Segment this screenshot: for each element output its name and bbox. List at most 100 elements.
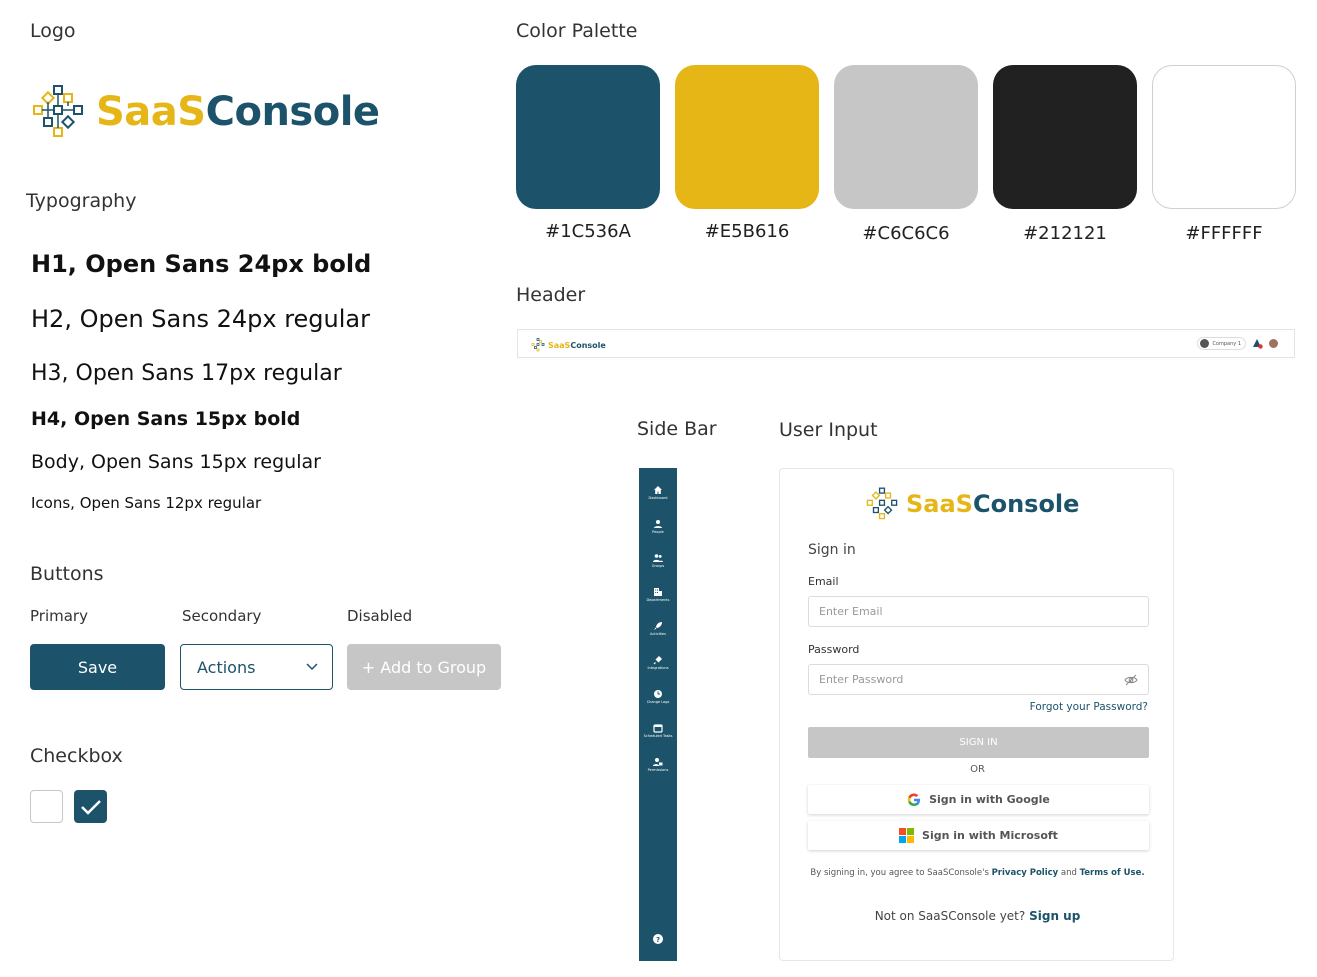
sidebar-item-change-logs[interactable]: Change Logs — [639, 689, 677, 705]
sign-in-button[interactable]: SIGN IN — [808, 727, 1149, 758]
microsoft-signin-button[interactable]: Sign in with Microsoft — [808, 821, 1149, 850]
section-label-header: Header — [516, 284, 586, 306]
typography-icons-sample: Icons, Open Sans 12px regular — [31, 494, 262, 512]
header-logo[interactable]: SaaSConsole — [531, 338, 606, 352]
company-selector[interactable]: Company 1 — [1197, 337, 1246, 350]
password-label: Password — [808, 643, 860, 656]
logo-word-saas: SaaS — [548, 340, 571, 350]
typography-body-sample: Body, Open Sans 15px regular — [31, 451, 321, 473]
google-icon — [907, 793, 921, 806]
typography-h4-sample: H4, Open Sans 15px bold — [31, 408, 301, 430]
logo-word-saas: SaaS — [96, 89, 206, 135]
palette-swatch — [1152, 65, 1296, 209]
building-icon — [654, 588, 662, 596]
palette-swatch — [834, 65, 978, 209]
section-label-palette: Color Palette — [516, 20, 638, 42]
signup-prefix: Not on SaaSConsole yet? — [874, 909, 1026, 923]
sidebar-item-label: Change Logs — [646, 700, 670, 704]
typography-h1-sample: H1, Open Sans 24px bold — [31, 250, 372, 278]
saasconsole-logo: SaaSConsole — [30, 84, 380, 140]
company-name: Company 1 — [1212, 340, 1241, 347]
help-icon: ? — [653, 934, 663, 944]
header-logo-wordmark: SaaSConsole — [548, 341, 606, 350]
typography-h2-sample: H2, Open Sans 24px regular — [31, 305, 370, 333]
signin-title: Sign in — [808, 542, 856, 558]
checkbox-checked[interactable] — [74, 790, 107, 823]
sign-up-link[interactable]: Sign up — [1029, 909, 1080, 923]
microsoft-icon — [899, 828, 915, 843]
palette-hex-label: #E5B616 — [704, 221, 790, 242]
sidebar-item-label: Permissions — [647, 768, 669, 772]
email-label: Email — [808, 575, 839, 588]
signin-logo: SaaSConsole — [865, 487, 1079, 521]
disabled-caption: Disabled — [347, 607, 413, 625]
sidebar-item-label: Integrations — [647, 666, 669, 670]
notification-icon[interactable] — [1252, 338, 1263, 349]
sidebar-item-people[interactable]: People — [639, 519, 677, 535]
google-signin-label: Sign in with Google — [929, 793, 1050, 806]
section-label-user-input: User Input — [779, 419, 878, 441]
terms-of-use-link[interactable]: Terms of Use. — [1080, 868, 1145, 878]
user-avatar[interactable] — [1269, 339, 1278, 348]
group-icon — [653, 554, 663, 562]
google-signin-button[interactable]: Sign in with Google — [808, 785, 1149, 814]
sidebar-item-label: Scheduled Tasks — [643, 734, 673, 738]
logo-word-console: Console — [570, 340, 606, 350]
secondary-caption: Secondary — [182, 607, 262, 625]
sidebar-item-permissions[interactable]: Permissions — [639, 757, 677, 773]
actions-dropdown-button[interactable]: Actions — [180, 644, 333, 690]
palette-hex-label: #C6C6C6 — [862, 223, 950, 244]
add-to-group-button: + Add to Group — [347, 644, 501, 690]
sidebar-item-label: People — [652, 530, 664, 534]
sidebar-item-scheduled-tasks[interactable]: Scheduled Tasks — [639, 723, 677, 739]
chevron-down-icon — [306, 663, 318, 671]
or-divider: OR — [970, 764, 985, 775]
header-preview: SaaSConsole Company 1 — [517, 329, 1295, 358]
palette-hex-label: #212121 — [1023, 223, 1107, 244]
logo-mark-icon — [531, 338, 545, 352]
terms-and: and — [1060, 868, 1077, 878]
password-placeholder: Enter Password — [819, 673, 904, 686]
palette-hex-label: #FFFFFF — [1185, 223, 1263, 244]
terms-prefix: By signing in, you agree to SaaSConsole'… — [810, 868, 989, 878]
palette-hex-label: #1C536A — [545, 221, 631, 242]
checkmark-icon — [80, 799, 101, 815]
section-label-typography: Typography — [26, 190, 137, 212]
eye-off-icon[interactable] — [1124, 674, 1138, 686]
logo-word-console: Console — [205, 89, 380, 135]
logo-wordmark: SaaSConsole — [96, 89, 380, 135]
sidebar-item-label: Dashboard — [648, 496, 668, 500]
sidebar-item-groups[interactable]: Groups — [639, 553, 677, 569]
section-label-logo: Logo — [30, 20, 76, 42]
sidebar-item-label: Departments — [646, 598, 670, 602]
home-icon — [654, 486, 662, 494]
signin-logo-wordmark: SaaSConsole — [906, 490, 1079, 518]
logo-mark-icon — [866, 487, 898, 520]
primary-caption: Primary — [30, 607, 88, 625]
privacy-policy-link[interactable]: Privacy Policy — [992, 868, 1059, 878]
password-field[interactable]: Enter Password — [808, 664, 1149, 695]
sidebar-item-activities[interactable]: Activities — [639, 621, 677, 637]
plug-icon — [653, 656, 662, 665]
signin-card: SaaSConsole Sign in Email Enter Email Pa… — [779, 468, 1174, 961]
actions-label: Actions — [197, 657, 256, 677]
svg-text:?: ? — [656, 936, 660, 944]
sidebar-item-dashboard[interactable]: Dashboard — [639, 485, 677, 501]
sidebar-item-integrations[interactable]: Integrations — [639, 655, 677, 671]
email-field[interactable]: Enter Email — [808, 596, 1149, 627]
sidebar-help[interactable]: ? — [639, 934, 677, 944]
logo-word-console: Console — [972, 490, 1080, 518]
section-label-sidebar: Side Bar — [637, 418, 717, 440]
checkbox-unchecked[interactable] — [30, 790, 63, 823]
user-lock-icon — [653, 758, 663, 766]
sidebar-item-departments[interactable]: Departments — [639, 587, 677, 603]
clock-icon — [654, 690, 662, 698]
forgot-password-link[interactable]: Forgot your Password? — [1030, 701, 1148, 713]
microsoft-signin-label: Sign in with Microsoft — [922, 829, 1058, 842]
signup-prompt: Not on SaaSConsole yet? Sign up — [780, 909, 1175, 923]
save-button[interactable]: Save — [30, 644, 165, 690]
rocket-icon — [654, 622, 662, 630]
palette-swatch — [516, 65, 660, 209]
logo-mark-icon — [33, 85, 83, 137]
sidebar-item-label: Activities — [650, 632, 666, 636]
